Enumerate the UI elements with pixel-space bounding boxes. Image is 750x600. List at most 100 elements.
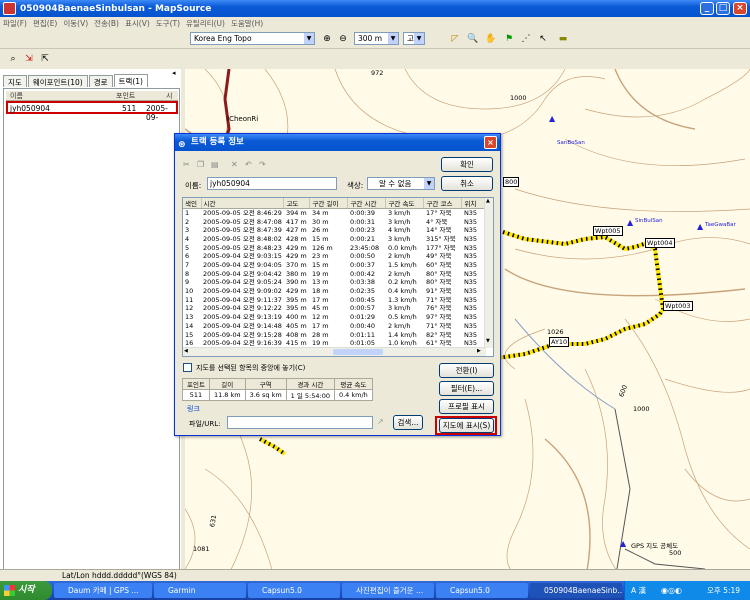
table-row[interactable]: 9 2005-09-04 오전 9:05:24 390 m 13 m 0:03:38 0.…	[183, 278, 490, 287]
column-header[interactable]: 시간	[201, 198, 285, 209]
menu-file[interactable]: 파일(F)	[0, 18, 30, 29]
track-row[interactable]: jyh050904 511 2005-09-	[6, 101, 178, 122]
table-cell: 1.4 km/h	[387, 330, 417, 339]
copy-icon[interactable]: ❐	[197, 160, 204, 169]
column-header[interactable]: 색인	[183, 198, 202, 209]
column-header[interactable]: 구간 길이	[309, 198, 349, 209]
table-row[interactable]: 13 2005-09-04 오전 9:13:19 400 m 12 m 0:01:29 0…	[183, 313, 490, 322]
open-link-icon[interactable]: ↗	[377, 417, 384, 426]
table-row[interactable]: 8 2005-09-04 오전 9:04:42 380 m 19 m 0:00:42 2 …	[183, 270, 490, 279]
receive-from-device-icon[interactable]: ⇲	[22, 52, 36, 66]
waypoint-label[interactable]: AY10	[549, 337, 570, 347]
column-header[interactable]: 고도	[283, 198, 311, 209]
table-row[interactable]: 6 2005-09-04 오전 9:03:15 429 m 23 m 0:00:50 2 …	[183, 252, 490, 261]
tab-waypoints[interactable]: 웨이포인트(10)	[27, 75, 88, 87]
waypoint-label[interactable]: Wpt004	[645, 238, 675, 248]
task-capsun-2[interactable]: Capsun5.0	[436, 583, 528, 598]
show-on-map-button[interactable]: 지도에 표시(S)	[439, 418, 494, 433]
find-device-icon[interactable]: ⌕	[6, 52, 20, 66]
table-row[interactable]: 1 2005-09-05 오전 8:46:29 394 m 34 m 0:00:39 3 …	[183, 209, 490, 218]
tray-icons[interactable]: ◉◎◐	[661, 581, 682, 600]
center-on-map-checkbox[interactable]	[183, 363, 192, 372]
scroll-down-icon[interactable]: ▼	[486, 338, 490, 344]
column-points[interactable]: 포인트	[116, 91, 135, 101]
ok-button[interactable]: 확인	[441, 157, 493, 172]
dialog-close-button[interactable]: ×	[484, 136, 497, 149]
menu-edit[interactable]: 편집(E)	[30, 18, 60, 29]
table-row[interactable]: 7 2005-09-04 오전 9:04:05 370 m 15 m 0:00:37 1.…	[183, 261, 490, 270]
waypoint-tool-icon[interactable]: ⚑	[502, 32, 516, 46]
cut-icon[interactable]: ✂	[183, 160, 190, 169]
pointer-tool-icon[interactable]: ↖	[536, 32, 550, 46]
waypoint-label[interactable]: Wpt003	[663, 301, 693, 311]
table-cell: 0:01:29	[349, 313, 375, 322]
table-row[interactable]: 3 2005-09-05 오전 8:47:39 427 m 26 m 0:00:23 4 …	[183, 226, 490, 235]
column-header[interactable]: 구간 코스	[423, 198, 463, 209]
map-product-select[interactable]: Korea Eng Topo ▼	[190, 32, 315, 45]
scroll-right-icon[interactable]: ▶	[477, 348, 481, 354]
task-capsun-1[interactable]: Capsun5.0	[248, 583, 340, 598]
menu-transfer[interactable]: 전송(B)	[91, 18, 122, 29]
close-button[interactable]: ×	[733, 2, 747, 15]
tab-maps[interactable]: 지도	[3, 75, 27, 87]
table-row[interactable]: 10 2005-09-04 오전 9:09:02 429 m 18 m 0:02:35 0…	[183, 287, 490, 296]
zoom-out-icon[interactable]: ⊖	[336, 32, 350, 46]
scroll-thumb[interactable]	[333, 349, 383, 355]
task-daum[interactable]: Daum 카페 | GPS ...	[54, 583, 152, 598]
color-select[interactable]: 알 수 없음 ▼	[367, 177, 435, 190]
waypoint-label[interactable]: 800	[503, 177, 520, 187]
menu-move[interactable]: 이동(V)	[60, 18, 91, 29]
undo-icon[interactable]: ↶	[245, 160, 252, 169]
select-tool-icon[interactable]: ◸	[448, 32, 462, 46]
maximize-button[interactable]: □	[716, 2, 730, 15]
table-row[interactable]: 2 2005-09-05 오전 8:47:08 417 m 30 m 0:00:31 3 …	[183, 218, 490, 227]
column-header[interactable]: 구간 속도	[385, 198, 425, 209]
task-photo-editor[interactable]: 사진편집이 즐거운 ...	[342, 583, 434, 598]
table-row[interactable]: 4 2005-09-05 오전 8:48:02 428 m 15 m 0:00:21 3 …	[183, 235, 490, 244]
task-garmin[interactable]: Garmin	[154, 583, 246, 598]
minimize-button[interactable]: _	[700, 2, 714, 15]
scroll-up-icon[interactable]: ▲	[486, 198, 490, 204]
paste-icon[interactable]: ▤	[211, 160, 219, 169]
table-row[interactable]: 12 2005-09-04 오전 9:12:22 395 m 45 m 0:00:57 3…	[183, 304, 490, 313]
ime-indicator[interactable]: A 漢	[631, 581, 646, 600]
tab-tracks[interactable]: 트랙(1)	[113, 74, 148, 87]
waypoint-label[interactable]: Wpt005	[593, 226, 623, 236]
task-mapsource[interactable]: 050904BaenaeSinb...	[530, 583, 622, 598]
table-row[interactable]: 14 2005-09-04 오전 9:14:48 405 m 17 m 0:00:40 2…	[183, 322, 490, 331]
column-header[interactable]: 구간 시간	[347, 198, 387, 209]
scroll-left-icon[interactable]: ◀	[184, 348, 188, 354]
invert-button[interactable]: 전환(I)	[439, 363, 494, 378]
table-horizontal-scrollbar[interactable]: ◀ ▶	[183, 347, 486, 356]
cancel-button[interactable]: 취소	[441, 176, 493, 191]
measure-tool-icon[interactable]: ▬	[556, 32, 570, 46]
file-url-input[interactable]	[227, 416, 373, 429]
send-to-device-icon[interactable]: ⇱	[38, 52, 52, 66]
zoom-in-icon[interactable]: ⊕	[320, 32, 334, 46]
browse-button[interactable]: 검색...	[393, 415, 423, 430]
show-profile-button[interactable]: 프로필 표시(P)...	[439, 399, 494, 424]
table-row[interactable]: 5 2005-09-05 오전 8:48:23 429 m 126 m 23:45:08…	[183, 244, 490, 253]
delete-icon[interactable]: ✕	[231, 160, 238, 169]
table-cell: 390 m	[285, 278, 307, 287]
redo-icon[interactable]: ↷	[259, 160, 266, 169]
table-cell: 2 km/h	[387, 269, 411, 278]
menu-utilities[interactable]: 유틸리티(U)	[183, 18, 228, 29]
zoom-tool-icon[interactable]: 🔍	[466, 32, 480, 46]
clock[interactable]: 오후 5:19	[707, 581, 740, 600]
hand-tool-icon[interactable]: ✋	[484, 32, 498, 46]
filter-button[interactable]: 필터(E)...	[439, 381, 494, 396]
tab-routes[interactable]: 경로	[88, 75, 113, 87]
track-name-input[interactable]: jyh050904	[207, 177, 337, 190]
zoom-level-select[interactable]: 300 m ▼	[354, 32, 399, 45]
detail-select[interactable]: 고 ▼	[403, 32, 425, 45]
table-vertical-scrollbar[interactable]: ▲ ▼	[484, 198, 493, 348]
route-tool-icon[interactable]: ⋰	[519, 32, 533, 46]
menu-tools[interactable]: 도구(T)	[153, 18, 183, 29]
menu-view[interactable]: 표시(V)	[122, 18, 153, 29]
column-name[interactable]: 이름	[10, 91, 23, 101]
panel-close-icon[interactable]: ◂	[172, 69, 176, 77]
start-button[interactable]: 시작	[0, 581, 52, 600]
table-row[interactable]: 15 2005-09-04 오전 9:15:28 408 m 28 m 0:01:11 1…	[183, 330, 490, 339]
menu-help[interactable]: 도움말(H)	[228, 18, 266, 29]
